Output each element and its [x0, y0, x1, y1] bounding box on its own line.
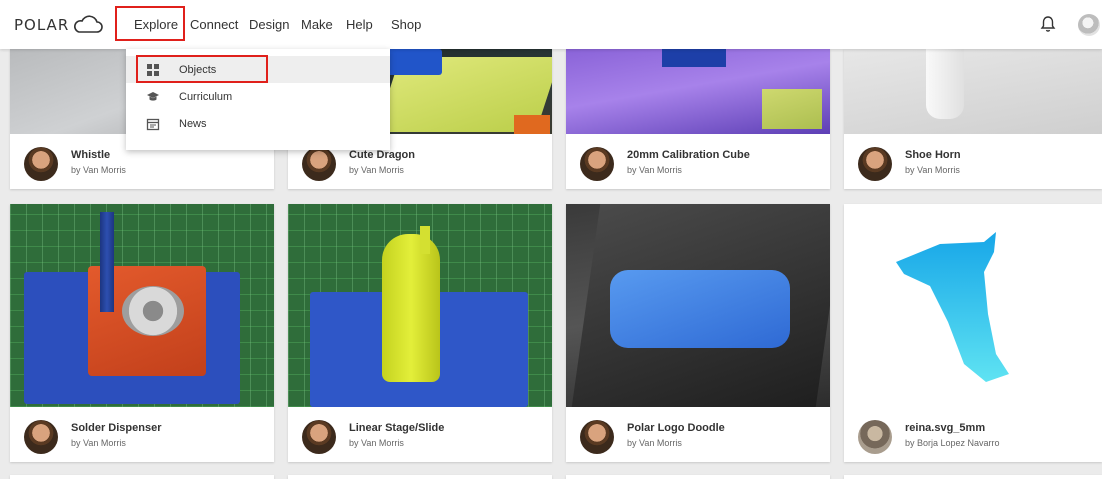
object-card[interactable]: Linear Stage/Slide by Van Morris: [288, 204, 552, 462]
object-card[interactable]: [844, 475, 1102, 479]
object-card[interactable]: reina.svg_5mm by Borja Lopez Navarro: [844, 204, 1102, 462]
objects-highlight: [136, 55, 268, 83]
object-thumbnail[interactable]: [844, 49, 1102, 134]
object-card[interactable]: [288, 475, 552, 479]
object-title[interactable]: 20mm Calibration Cube: [627, 149, 750, 161]
object-author[interactable]: by Van Morris: [71, 165, 126, 175]
nav-make[interactable]: Make: [301, 17, 333, 32]
object-title[interactable]: Solder Dispenser: [71, 422, 161, 434]
nav-design[interactable]: Design: [249, 17, 289, 32]
object-card[interactable]: 20mm Calibration Cube by Van Morris: [566, 49, 830, 189]
avatar[interactable]: [858, 420, 892, 454]
object-author[interactable]: by Van Morris: [627, 165, 682, 175]
object-author[interactable]: by Van Morris: [349, 165, 404, 175]
user-avatar[interactable]: [1078, 14, 1100, 36]
brand-name: POLAR: [14, 16, 70, 34]
dropdown-item-label: Curriculum: [179, 90, 233, 103]
object-thumbnail[interactable]: [566, 204, 830, 407]
object-thumbnail[interactable]: [844, 204, 1102, 407]
avatar[interactable]: [24, 420, 58, 454]
nav-help[interactable]: Help: [346, 17, 373, 32]
object-title[interactable]: Cute Dragon: [349, 149, 415, 161]
object-card[interactable]: Shoe Horn by Van Morris: [844, 49, 1102, 189]
avatar[interactable]: [858, 147, 892, 181]
dropdown-item-news[interactable]: News: [126, 110, 390, 137]
dropdown-item-label: News: [179, 117, 207, 130]
object-author[interactable]: by Van Morris: [905, 165, 960, 175]
object-title[interactable]: Whistle: [71, 149, 110, 161]
object-author[interactable]: by Van Morris: [71, 438, 126, 448]
dropdown-item-curriculum[interactable]: Curriculum: [126, 83, 390, 110]
object-card[interactable]: Polar Logo Doodle by Van Morris: [566, 204, 830, 462]
object-thumbnail[interactable]: [566, 49, 830, 134]
object-thumbnail[interactable]: [10, 204, 274, 407]
object-title[interactable]: Linear Stage/Slide: [349, 422, 444, 434]
top-bar: POLAR Explore Connect Design Make Help S…: [0, 0, 1102, 49]
object-card[interactable]: [566, 475, 830, 479]
object-card[interactable]: [10, 475, 274, 479]
object-author[interactable]: by Van Morris: [627, 438, 682, 448]
nav-connect[interactable]: Connect: [190, 17, 238, 32]
object-card[interactable]: Solder Dispenser by Van Morris: [10, 204, 274, 462]
object-title[interactable]: Shoe Horn: [905, 149, 961, 161]
explore-highlight: [115, 6, 185, 41]
avatar[interactable]: [580, 147, 614, 181]
object-title[interactable]: reina.svg_5mm: [905, 422, 985, 434]
reina-shape-image: [896, 232, 1009, 382]
avatar[interactable]: [302, 147, 336, 181]
cloud-icon: [74, 15, 103, 33]
object-author[interactable]: by Borja Lopez Navarro: [905, 438, 1000, 448]
avatar[interactable]: [302, 420, 336, 454]
object-author[interactable]: by Van Morris: [349, 438, 404, 448]
avatar[interactable]: [580, 420, 614, 454]
polar-logo[interactable]: POLAR: [14, 14, 103, 36]
calendar-icon: [146, 118, 160, 130]
graduation-cap-icon: [147, 91, 159, 101]
nav-shop[interactable]: Shop: [391, 17, 421, 32]
object-title[interactable]: Polar Logo Doodle: [627, 422, 725, 434]
object-thumbnail[interactable]: [288, 204, 552, 407]
bell-icon[interactable]: [1040, 15, 1056, 33]
avatar[interactable]: [24, 147, 58, 181]
